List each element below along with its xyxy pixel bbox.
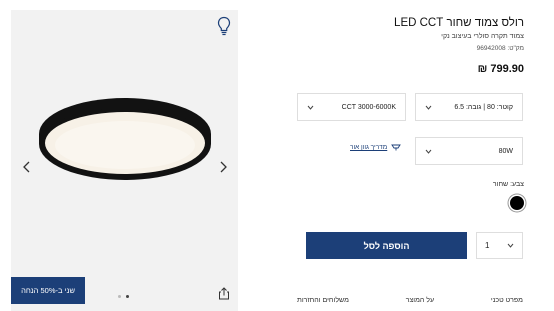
wattage-value: 80W (498, 147, 513, 155)
product-price: 799.90 ₪ (477, 63, 524, 75)
lightbulb-icon[interactable] (217, 16, 231, 36)
product-gallery: שני ב-50% הנחה (11, 10, 238, 311)
gallery-dot-active[interactable] (126, 295, 129, 298)
color-swatch-black[interactable] (510, 196, 524, 210)
dimensions-value: קוטר: 80 | גובה: 6.5 (454, 103, 513, 111)
light-guide-label: מדריך גוון אור (350, 144, 388, 151)
product-sku: מק"ט: 96942008 (476, 45, 524, 52)
cct-value: CCT 3000-6000K (341, 103, 396, 111)
quantity-value: 1 (485, 241, 490, 250)
dimensions-select[interactable]: קוטר: 80 | גובה: 6.5 (415, 93, 523, 121)
chevron-down-icon (425, 105, 432, 110)
color-label: צבע: שחור (492, 181, 524, 188)
cct-select[interactable]: CCT 3000-6000K (297, 93, 406, 121)
share-icon[interactable] (218, 287, 230, 300)
product-image (39, 98, 211, 180)
chevron-down-icon (307, 105, 314, 110)
gallery-dots (118, 295, 129, 298)
lamp-icon (391, 144, 402, 151)
tab-shipping[interactable]: משלוחים והחזרות (297, 297, 349, 304)
wattage-select[interactable]: 80W (415, 137, 523, 165)
prev-image-arrow-icon[interactable] (21, 160, 33, 174)
chevron-down-icon (425, 149, 432, 154)
product-title: רולס צמוד שחור LED CCT (394, 17, 524, 29)
quantity-select[interactable]: 1 (476, 232, 523, 259)
tab-about[interactable]: על המוצר (406, 297, 434, 304)
tab-specs[interactable]: מפרט טכני (491, 297, 523, 304)
sale-badge[interactable]: שני ב-50% הנחה (11, 277, 85, 304)
next-image-arrow-icon[interactable] (217, 160, 229, 174)
light-guide-link[interactable]: מדריך גוון אור (350, 144, 402, 151)
product-tabs: מפרט טכני על המוצר משלוחים והחזרות (297, 297, 523, 304)
gallery-dot[interactable] (118, 295, 121, 298)
product-subtitle: צמוד תקרה סולרי בעיצוב נקי (441, 33, 524, 40)
add-to-cart-button[interactable]: הוספה לסל (306, 232, 467, 259)
chevron-down-icon (507, 243, 514, 248)
